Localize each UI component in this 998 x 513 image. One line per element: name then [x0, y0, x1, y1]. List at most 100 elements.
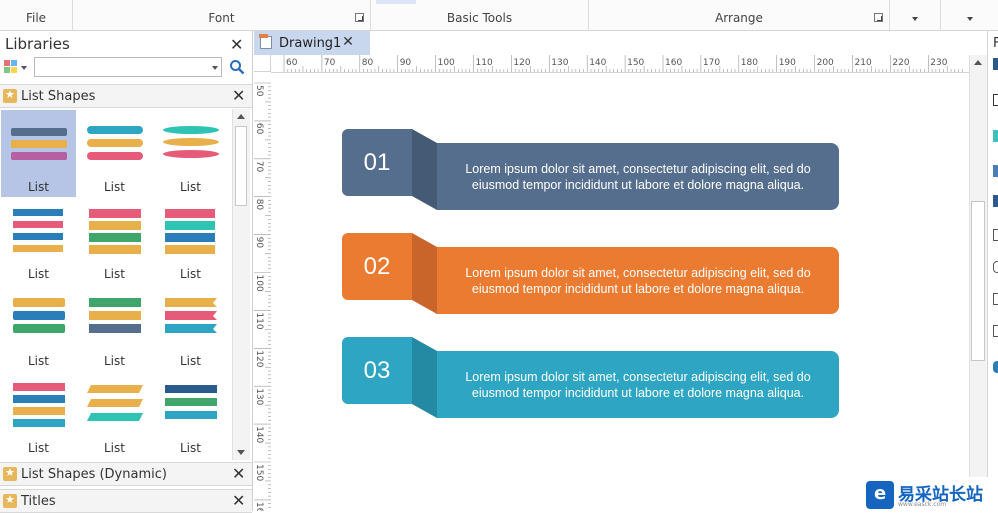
category-label: Titles [21, 494, 56, 509]
shape-thumbnail[interactable]: List [153, 284, 228, 371]
ruler-label: 160 [665, 58, 682, 68]
vertical-ruler-ticks: 50 60 70 80 90 100 110 120 130 140 150 160 [254, 82, 271, 511]
note-tool-icon[interactable] [993, 325, 998, 337]
shape-thumbnail[interactable]: List [77, 371, 152, 458]
ruler-corner [254, 55, 271, 72]
shape-grid: List List List List List List List List … [0, 109, 232, 460]
ruler-label: 150 [254, 464, 264, 481]
list-item-number: 02 [342, 233, 412, 300]
line-tool-icon[interactable] [993, 94, 998, 106]
close-libraries-icon[interactable]: ✕ [230, 37, 243, 53]
list-item-3[interactable]: 03 Lorem ipsum dolor sit amet, consectet… [342, 337, 839, 419]
hyperlink-tool-icon[interactable] [993, 261, 998, 273]
star-icon [3, 466, 17, 481]
star-icon [3, 88, 17, 103]
list-item-text: Lorem ipsum dolor sit amet, consectetur … [437, 247, 839, 314]
ruler-label: 130 [551, 58, 568, 68]
shape-thumbnail[interactable]: List [1, 371, 76, 458]
library-search-input[interactable] [34, 57, 222, 77]
ruler-label: 80 [254, 199, 264, 211]
shape-label: List [180, 267, 201, 281]
shape-label: List [28, 267, 49, 281]
search-dropdown-chevron-icon[interactable] [212, 66, 218, 70]
ruler-label: 170 [703, 58, 720, 68]
layer-tool-icon[interactable] [993, 195, 998, 207]
ruler-label: 80 [362, 58, 374, 68]
watermark: 易采站长站 www.easck.com [864, 477, 998, 511]
search-icon[interactable] [229, 59, 245, 75]
close-tab-icon[interactable]: ✕ [342, 35, 354, 49]
close-category-icon[interactable]: ✕ [232, 466, 245, 482]
comment-tool-icon[interactable] [993, 361, 998, 373]
close-category-icon[interactable]: ✕ [232, 493, 245, 509]
category-list-shapes[interactable]: List Shapes ✕ [0, 84, 252, 108]
list-item-number: 01 [342, 129, 412, 196]
shape-label: List [180, 354, 201, 368]
shape-thumbnail[interactable]: List [77, 284, 152, 371]
list-shape-preview-icon [165, 385, 217, 419]
horizontal-ruler-ticks: 60 70 80 90 100 110 120 130 140 150 160 170 180 190 20… [283, 55, 963, 72]
list-item-2[interactable]: 02 Lorem ipsum dolor sit amet, consectet… [342, 233, 839, 315]
shape-label: List [104, 180, 125, 194]
ruler-label: 120 [513, 58, 530, 68]
list-shape-preview-icon [89, 209, 141, 254]
category-list-shapes-dynamic[interactable]: List Shapes (Dynamic) ✕ [0, 462, 252, 486]
right-side-panel: F [987, 31, 998, 511]
image-tool-icon[interactable] [993, 165, 998, 177]
shape-label: List [28, 180, 49, 194]
shadow-tool-icon[interactable] [993, 130, 998, 142]
shape-thumbnail[interactable]: List [1, 284, 76, 371]
font-dialog-launcher-icon[interactable] [355, 13, 364, 22]
library-scrollbar[interactable] [232, 109, 250, 460]
list-item-1[interactable]: 01 Lorem ipsum dolor sit amet, consectet… [342, 129, 839, 211]
drawing-canvas[interactable]: 01 Lorem ipsum dolor sit amet, consectet… [271, 73, 969, 511]
ruler-label: 120 [254, 350, 264, 367]
scroll-up-icon[interactable] [237, 114, 245, 119]
library-grid-icon[interactable] [4, 60, 18, 74]
ruler-label: 210 [855, 58, 872, 68]
list-shape-preview-icon [165, 298, 217, 333]
arrange-dialog-launcher-icon[interactable] [874, 13, 883, 22]
chevron-down-icon [966, 17, 973, 21]
library-menu-chevron-icon[interactable] [21, 66, 27, 70]
shape-label: List [104, 354, 125, 368]
list-shape-preview-icon [13, 383, 65, 427]
ribbon-group-arrange-label: Arrange [715, 11, 763, 25]
ruler-label: 140 [254, 426, 264, 443]
ribbon: File Font Basic Tools Arrange [0, 0, 998, 31]
list-shape-preview-icon [13, 209, 63, 252]
drawing-page[interactable]: 01 Lorem ipsum dolor sit amet, consectet… [271, 73, 969, 511]
ribbon-group-file-label: File [25, 11, 47, 25]
ruler-label: 60 [254, 123, 264, 135]
close-category-icon[interactable]: ✕ [232, 88, 245, 104]
shape-thumbnail[interactable]: List [153, 110, 228, 197]
ruler-label: 100 [438, 58, 455, 68]
shape-thumbnail[interactable]: List [77, 197, 152, 284]
ruler-label: 140 [589, 58, 606, 68]
fill-tool-icon[interactable] [993, 58, 998, 70]
tab-drawing1[interactable]: Drawing1 ✕ [254, 31, 370, 55]
category-titles[interactable]: Titles ✕ [0, 489, 252, 513]
shape-label: List [180, 441, 201, 455]
ribbon-group-file[interactable]: File [0, 0, 73, 30]
scroll-thumb[interactable] [971, 201, 985, 361]
canvas-scrollbar[interactable] [969, 55, 987, 511]
shape-thumbnail[interactable]: List [153, 371, 228, 458]
scroll-down-icon[interactable] [237, 450, 245, 455]
ruler-label: 90 [400, 58, 412, 68]
ribbon-dropdown-2[interactable] [941, 0, 998, 30]
ribbon-group-basic-tools-label: Basic Tools [446, 11, 513, 25]
shape-label: List [28, 441, 49, 455]
shape-label: List [180, 180, 201, 194]
scroll-thumb[interactable] [235, 126, 247, 206]
shape-thumbnail[interactable]: List [1, 110, 76, 197]
right-panel-label: F [993, 36, 998, 51]
shape-thumbnail[interactable]: List [1, 197, 76, 284]
shape-thumbnail[interactable]: List [77, 110, 152, 197]
ruler-label: 160 [254, 502, 264, 511]
shape-thumbnail[interactable]: List [153, 197, 228, 284]
attachment-tool-icon[interactable] [993, 293, 998, 305]
page-tool-icon[interactable] [993, 229, 998, 241]
scroll-up-icon[interactable] [974, 60, 982, 65]
ribbon-dropdown-1[interactable] [890, 0, 941, 30]
